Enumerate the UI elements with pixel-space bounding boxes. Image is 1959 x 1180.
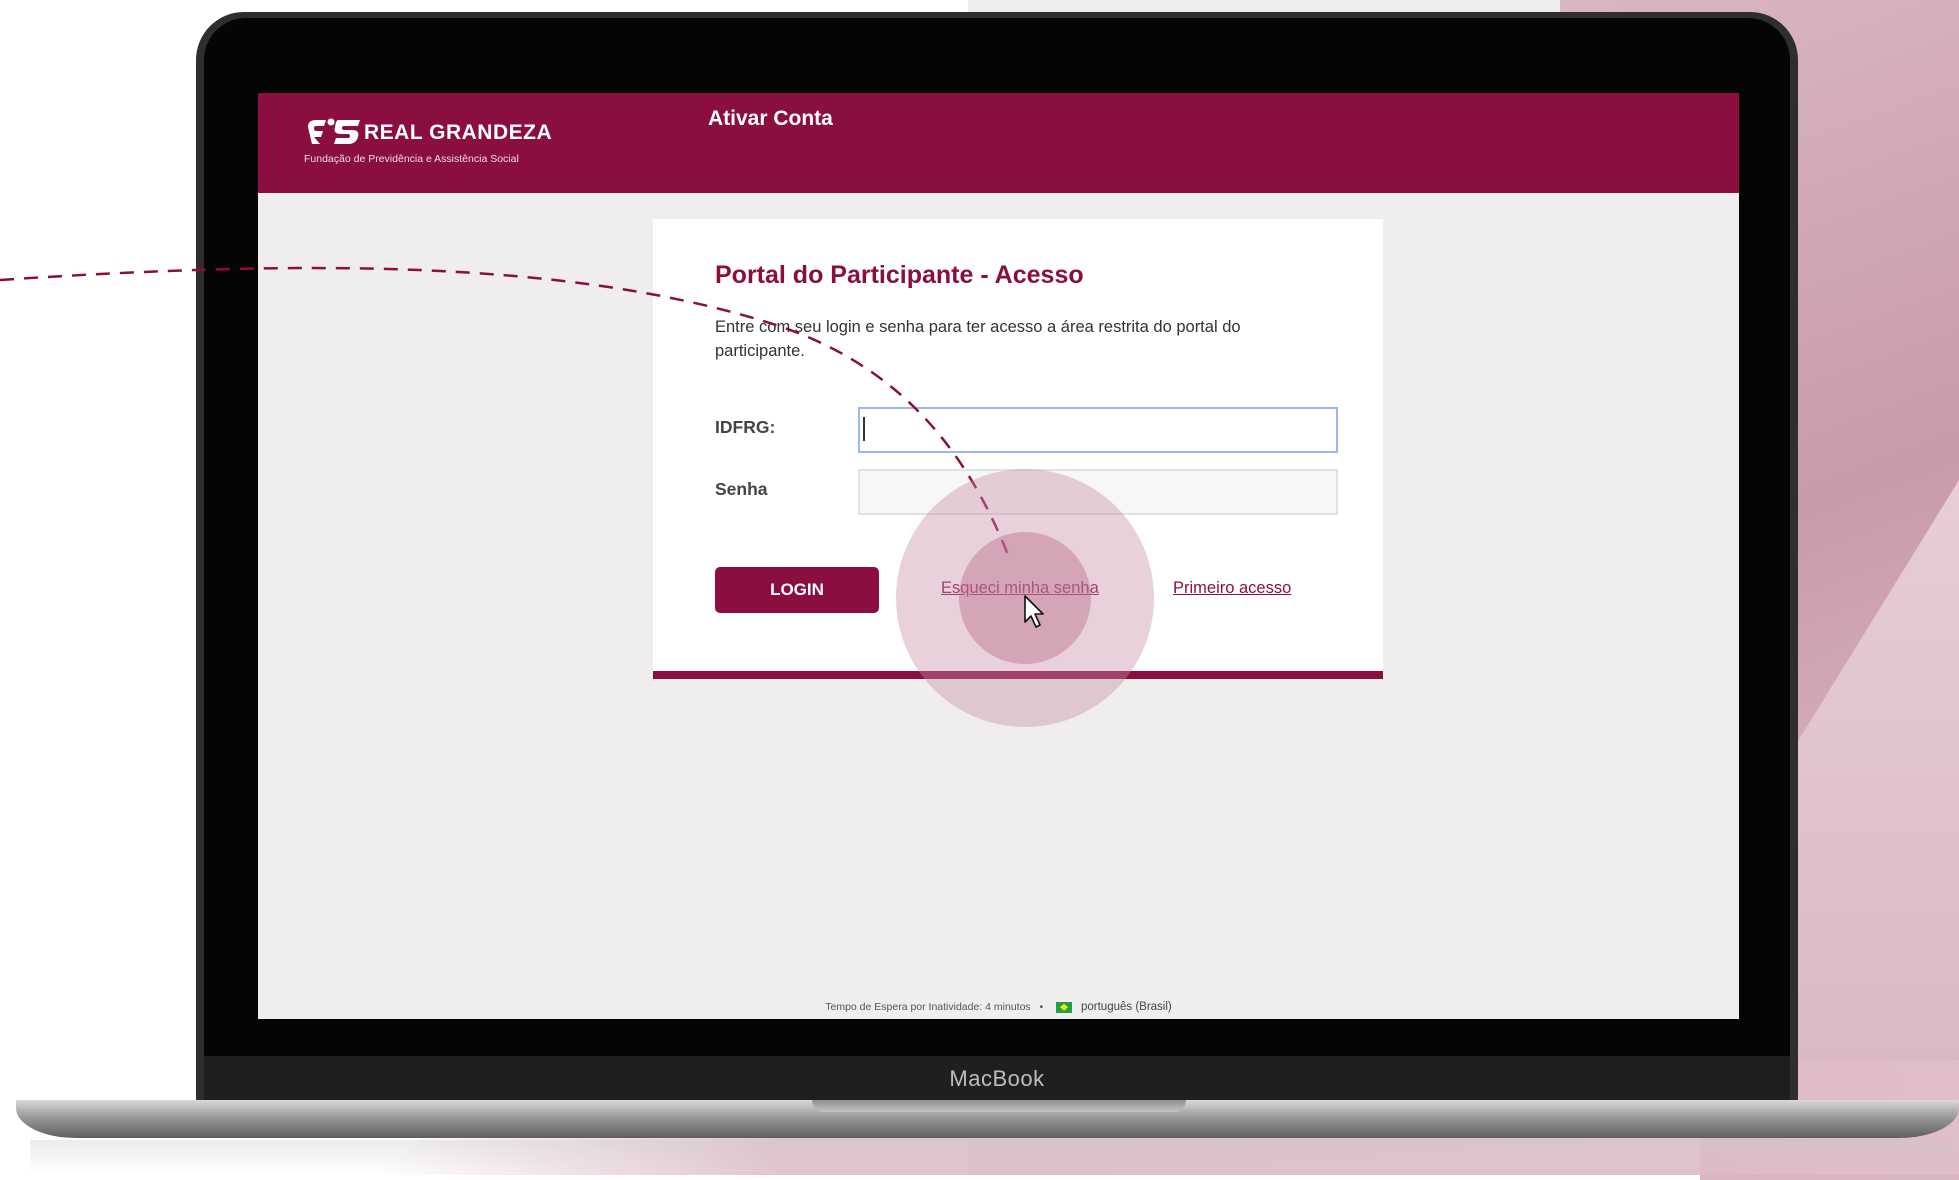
login-card: Portal do Participante - Acesso Entre co… xyxy=(653,219,1383,679)
page-title: Ativar Conta xyxy=(708,107,833,130)
laptop-notch xyxy=(812,1100,1186,1112)
footer: Tempo de Espera por Inatividade: 4 minut… xyxy=(258,1001,1739,1013)
laptop-reflection xyxy=(30,1140,1959,1175)
laptop-chin: MacBook xyxy=(204,1056,1790,1102)
header-bar: REAL GRANDEZA Fundação de Previdência e … xyxy=(258,93,1739,193)
brand-name: REAL GRANDEZA xyxy=(364,121,553,144)
password-label: Senha xyxy=(715,479,768,499)
idfrg-label: IDFRG: xyxy=(715,417,776,437)
device-label: MacBook xyxy=(949,1066,1045,1091)
brazil-flag-icon xyxy=(1056,1001,1073,1013)
idfrg-input[interactable] xyxy=(858,407,1338,453)
footer-separator: • xyxy=(1039,1001,1044,1013)
inactivity-timeout-text: Tempo de Espera por Inatividade: 4 minut… xyxy=(825,1001,1031,1013)
first-access-link[interactable]: Primeiro acesso xyxy=(1173,579,1291,598)
password-input[interactable] xyxy=(858,469,1338,515)
language-selector[interactable]: português (Brasil) xyxy=(1081,1001,1172,1013)
rg-logo-icon xyxy=(308,118,360,144)
forgot-password-link[interactable]: Esqueci minha senha xyxy=(941,579,1099,598)
laptop-screen: REAL GRANDEZA Fundação de Previdência e … xyxy=(258,93,1739,1019)
brand-tagline: Fundação de Previdência e Assistência So… xyxy=(304,153,519,165)
login-button[interactable]: LOGIN xyxy=(715,567,879,613)
login-card-title: Portal do Participante - Acesso xyxy=(715,261,1084,289)
login-card-description: Entre com seu login e senha para ter ace… xyxy=(715,318,1241,360)
text-caret xyxy=(863,417,865,441)
